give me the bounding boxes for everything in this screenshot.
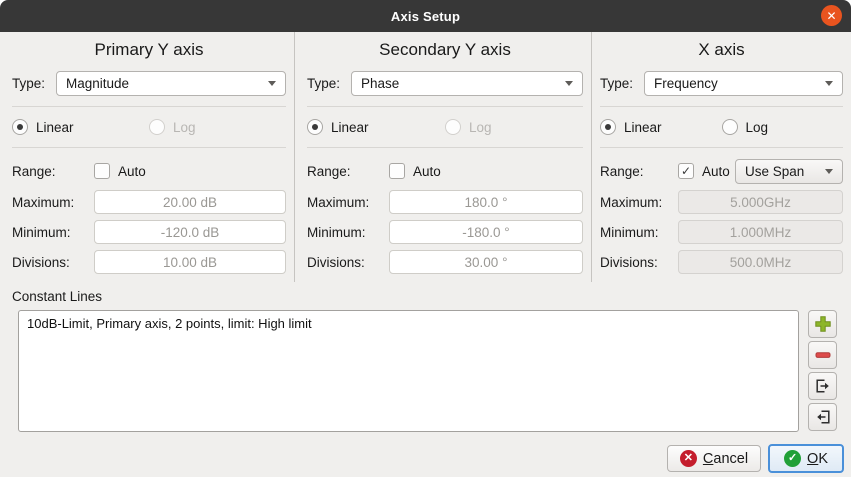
range-label: Range: (307, 164, 389, 179)
divisions-label: Divisions: (12, 255, 94, 270)
cancel-x-icon: ✕ (680, 450, 697, 467)
primary-log-radio: Log (149, 119, 286, 135)
radio-icon (307, 119, 323, 135)
cancel-button[interactable]: ✕ Cancel (667, 445, 761, 472)
x-type-dropdown[interactable]: Frequency (644, 71, 843, 96)
primary-y-axis-panel: Primary Y axis Type: Magnitude Linear Lo… (0, 32, 295, 282)
chevron-down-icon (268, 81, 276, 86)
x-maximum-field: 5.000GHz (678, 190, 843, 214)
chevron-down-icon (825, 81, 833, 86)
dialog-footer: ✕ Cancel ✓ OK (0, 444, 851, 473)
primary-divisions-field[interactable]: 10.00 dB (94, 250, 286, 274)
import-lines-button[interactable] (808, 403, 837, 431)
divider (12, 147, 286, 148)
auto-label: Auto (118, 164, 146, 179)
x-span-value: Use Span (745, 164, 804, 179)
secondary-y-axis-panel: Secondary Y axis Type: Phase Linear Log (295, 32, 592, 282)
export-icon (814, 377, 832, 395)
add-line-button[interactable] (808, 310, 837, 338)
primary-type-dropdown[interactable]: Magnitude (56, 71, 286, 96)
x-type-value: Frequency (654, 76, 718, 91)
export-lines-button[interactable] (808, 372, 837, 400)
constant-lines-area: 10dB-Limit, Primary axis, 2 points, limi… (0, 310, 851, 432)
x-auto-checkbox[interactable]: ✓ (678, 163, 694, 179)
import-icon (814, 408, 832, 426)
radio-icon (600, 119, 616, 135)
radio-icon (722, 119, 738, 135)
minimum-label: Minimum: (12, 225, 94, 240)
minimum-label: Minimum: (600, 225, 678, 240)
chevron-down-icon (825, 169, 833, 174)
secondary-linear-radio[interactable]: Linear (307, 119, 445, 135)
secondary-minimum-field[interactable]: -180.0 ° (389, 220, 583, 244)
type-label: Type: (12, 76, 56, 91)
secondary-auto-checkbox[interactable] (389, 163, 405, 179)
x-linear-radio[interactable]: Linear (600, 119, 722, 135)
axis-setup-dialog: Axis Setup ✕ Primary Y axis Type: Magnit… (0, 0, 851, 477)
cancel-label: Cancel (703, 451, 748, 467)
divisions-label: Divisions: (307, 255, 389, 270)
constant-lines-list[interactable]: 10dB-Limit, Primary axis, 2 points, limi… (18, 310, 799, 432)
radio-icon (149, 119, 165, 135)
type-label: Type: (307, 76, 351, 91)
secondary-maximum-field[interactable]: 180.0 ° (389, 190, 583, 214)
range-label: Range: (600, 164, 678, 179)
plus-icon (814, 315, 832, 333)
chevron-down-icon (565, 81, 573, 86)
ok-label: OK (807, 451, 828, 467)
divider (600, 106, 843, 107)
type-label: Type: (600, 76, 644, 91)
minus-icon (814, 346, 832, 364)
range-label: Range: (12, 164, 94, 179)
minimum-label: Minimum: (307, 225, 389, 240)
divider (307, 106, 583, 107)
axis-columns: Primary Y axis Type: Magnitude Linear Lo… (0, 32, 851, 282)
secondary-type-value: Phase (361, 76, 399, 91)
x-span-dropdown[interactable]: Use Span (735, 159, 843, 184)
divisions-label: Divisions: (600, 255, 678, 270)
secondary-divisions-field[interactable]: 30.00 ° (389, 250, 583, 274)
maximum-label: Maximum: (600, 195, 678, 210)
window-title: Axis Setup (391, 9, 460, 24)
primary-minimum-field[interactable]: -120.0 dB (94, 220, 286, 244)
ok-check-icon: ✓ (784, 450, 801, 467)
radio-icon (12, 119, 28, 135)
constant-lines-buttons (808, 310, 837, 432)
remove-line-button[interactable] (808, 341, 837, 369)
x-log-radio[interactable]: Log (722, 119, 844, 135)
ok-button[interactable]: ✓ OK (768, 444, 844, 473)
secondary-log-radio: Log (445, 119, 583, 135)
secondary-type-dropdown[interactable]: Phase (351, 71, 583, 96)
divider (600, 147, 843, 148)
panel-title-x-axis: X axis (600, 40, 843, 60)
list-item[interactable]: 10dB-Limit, Primary axis, 2 points, limi… (19, 311, 798, 335)
primary-linear-radio[interactable]: Linear (12, 119, 149, 135)
primary-type-value: Magnitude (66, 76, 129, 91)
titlebar: Axis Setup ✕ (0, 0, 851, 32)
primary-maximum-field[interactable]: 20.00 dB (94, 190, 286, 214)
panel-title-primary-y: Primary Y axis (12, 40, 286, 60)
divider (12, 106, 286, 107)
constant-lines-label: Constant Lines (12, 289, 851, 304)
panel-title-secondary-y: Secondary Y axis (307, 40, 583, 60)
divider (307, 147, 583, 148)
auto-label: Auto (413, 164, 441, 179)
primary-auto-checkbox[interactable] (94, 163, 110, 179)
radio-icon (445, 119, 461, 135)
x-minimum-field: 1.000MHz (678, 220, 843, 244)
auto-label: Auto (702, 164, 730, 179)
close-icon[interactable]: ✕ (821, 5, 842, 26)
x-divisions-field: 500.0MHz (678, 250, 843, 274)
x-axis-panel: X axis Type: Frequency Linear Log (592, 32, 851, 282)
maximum-label: Maximum: (12, 195, 94, 210)
maximum-label: Maximum: (307, 195, 389, 210)
